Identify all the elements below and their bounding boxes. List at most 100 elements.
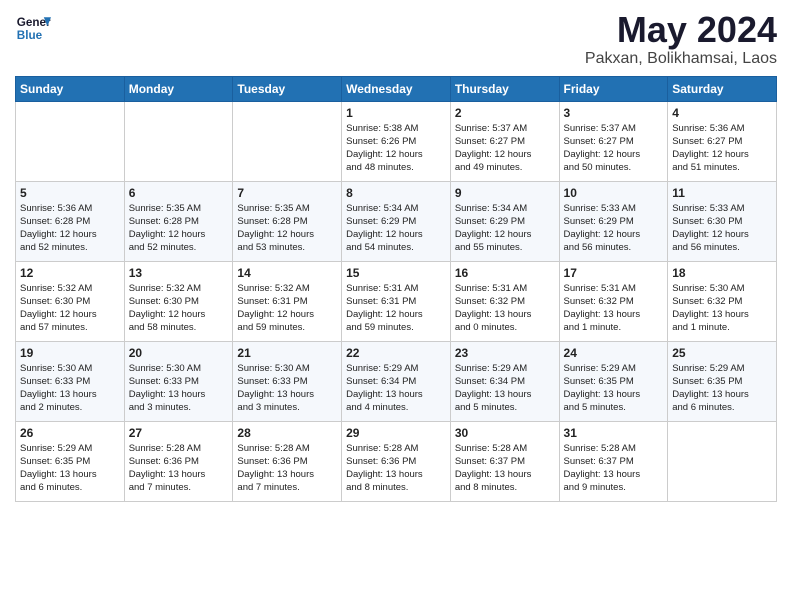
day-number: 15 [346, 266, 446, 280]
day-number: 1 [346, 106, 446, 120]
day-number: 2 [455, 106, 555, 120]
day-number: 30 [455, 426, 555, 440]
week-row-1: 1 Sunrise: 5:38 AM Sunset: 6:26 PM Daylig… [16, 101, 777, 181]
calendar-cell [124, 101, 233, 181]
day-info: Sunrise: 5:28 AM Sunset: 6:36 PM Dayligh… [129, 442, 229, 495]
calendar-cell: 21Sunrise: 5:30 AM Sunset: 6:33 PM Dayli… [233, 341, 342, 421]
day-number: 7 [237, 186, 337, 200]
day-number: 10 [564, 186, 664, 200]
day-info: Sunrise: 5:29 AM Sunset: 6:34 PM Dayligh… [346, 362, 446, 415]
day-number: 31 [564, 426, 664, 440]
day-number: 28 [237, 426, 337, 440]
calendar-cell: 4 Sunrise: 5:36 AM Sunset: 6:27 PM Daylig… [668, 101, 777, 181]
day-info: Sunrise: 5:38 AM Sunset: 6:26 PM Dayligh… [346, 122, 446, 175]
day-info: Sunrise: 5:30 AM Sunset: 6:32 PM Dayligh… [672, 282, 772, 335]
day-number: 13 [129, 266, 229, 280]
day-info: Sunrise: 5:29 AM Sunset: 6:34 PM Dayligh… [455, 362, 555, 415]
day-info: Sunrise: 5:35 AM Sunset: 6:28 PM Dayligh… [129, 202, 229, 255]
calendar-cell: 15 Sunrise: 5:31 AM Sunset: 6:31 PM Dayli… [342, 261, 451, 341]
calendar-cell: 5Sunrise: 5:36 AM Sunset: 6:28 PM Daylig… [16, 181, 125, 261]
day-number: 27 [129, 426, 229, 440]
day-info: Sunrise: 5:37 AM Sunset: 6:27 PM Dayligh… [455, 122, 555, 175]
header-cell-thursday: Thursday [450, 76, 559, 101]
calendar-cell: 30 Sunrise: 5:28 AM Sunset: 6:37 PM Dayli… [450, 421, 559, 501]
location-subtitle: Pakxan, Bolikhamsai, Laos [585, 50, 777, 68]
calendar-table: SundayMondayTuesdayWednesdayThursdayFrid… [15, 76, 777, 502]
day-info: Sunrise: 5:28 AM Sunset: 6:36 PM Dayligh… [346, 442, 446, 495]
calendar-cell: 8 Sunrise: 5:34 AM Sunset: 6:29 PM Daylig… [342, 181, 451, 261]
calendar-cell: 1 Sunrise: 5:38 AM Sunset: 6:26 PM Daylig… [342, 101, 451, 181]
day-number: 4 [672, 106, 772, 120]
day-number: 20 [129, 346, 229, 360]
day-info: Sunrise: 5:31 AM Sunset: 6:32 PM Dayligh… [564, 282, 664, 335]
day-number: 24 [564, 346, 664, 360]
day-info: Sunrise: 5:35 AM Sunset: 6:28 PM Dayligh… [237, 202, 337, 255]
header-cell-wednesday: Wednesday [342, 76, 451, 101]
calendar-cell [668, 421, 777, 501]
day-info: Sunrise: 5:31 AM Sunset: 6:32 PM Dayligh… [455, 282, 555, 335]
calendar-cell: 29 Sunrise: 5:28 AM Sunset: 6:36 PM Dayli… [342, 421, 451, 501]
svg-text:Blue: Blue [17, 29, 43, 42]
day-number: 9 [455, 186, 555, 200]
day-info: Sunrise: 5:34 AM Sunset: 6:29 PM Dayligh… [346, 202, 446, 255]
month-year-title: May 2024 [585, 10, 777, 50]
logo: General Blue [15, 10, 51, 46]
day-info: Sunrise: 5:29 AM Sunset: 6:35 PM Dayligh… [564, 362, 664, 415]
day-number: 21 [237, 346, 337, 360]
day-info: Sunrise: 5:31 AM Sunset: 6:31 PM Dayligh… [346, 282, 446, 335]
day-number: 16 [455, 266, 555, 280]
header-row: SundayMondayTuesdayWednesdayThursdayFrid… [16, 76, 777, 101]
calendar-cell: 14Sunrise: 5:32 AM Sunset: 6:31 PM Dayli… [233, 261, 342, 341]
day-info: Sunrise: 5:32 AM Sunset: 6:31 PM Dayligh… [237, 282, 337, 335]
day-number: 25 [672, 346, 772, 360]
calendar-cell: 2 Sunrise: 5:37 AM Sunset: 6:27 PM Daylig… [450, 101, 559, 181]
day-info: Sunrise: 5:29 AM Sunset: 6:35 PM Dayligh… [672, 362, 772, 415]
day-info: Sunrise: 5:36 AM Sunset: 6:27 PM Dayligh… [672, 122, 772, 175]
day-info: Sunrise: 5:28 AM Sunset: 6:37 PM Dayligh… [455, 442, 555, 495]
calendar-cell: 19 Sunrise: 5:30 AM Sunset: 6:33 PM Dayli… [16, 341, 125, 421]
calendar-cell: 17 Sunrise: 5:31 AM Sunset: 6:32 PM Dayli… [559, 261, 668, 341]
day-number: 8 [346, 186, 446, 200]
day-info: Sunrise: 5:29 AM Sunset: 6:35 PM Dayligh… [20, 442, 120, 495]
calendar-cell: 16 Sunrise: 5:31 AM Sunset: 6:32 PM Dayli… [450, 261, 559, 341]
page-header: General Blue May 2024 Pakxan, Bolikhamsa… [15, 10, 777, 68]
calendar-cell: 10 Sunrise: 5:33 AM Sunset: 6:29 PM Dayli… [559, 181, 668, 261]
day-number: 12 [20, 266, 120, 280]
day-info: Sunrise: 5:28 AM Sunset: 6:36 PM Dayligh… [237, 442, 337, 495]
calendar-cell: 23 Sunrise: 5:29 AM Sunset: 6:34 PM Dayli… [450, 341, 559, 421]
calendar-cell: 7 Sunrise: 5:35 AM Sunset: 6:28 PM Daylig… [233, 181, 342, 261]
day-info: Sunrise: 5:34 AM Sunset: 6:29 PM Dayligh… [455, 202, 555, 255]
calendar-cell: 22 Sunrise: 5:29 AM Sunset: 6:34 PM Dayli… [342, 341, 451, 421]
calendar-cell: 26 Sunrise: 5:29 AM Sunset: 6:35 PM Dayli… [16, 421, 125, 501]
day-info: Sunrise: 5:30 AM Sunset: 6:33 PM Dayligh… [20, 362, 120, 415]
day-number: 18 [672, 266, 772, 280]
calendar-header: SundayMondayTuesdayWednesdayThursdayFrid… [16, 76, 777, 101]
calendar-cell: 11Sunrise: 5:33 AM Sunset: 6:30 PM Dayli… [668, 181, 777, 261]
calendar-cell: 31 Sunrise: 5:28 AM Sunset: 6:37 PM Dayli… [559, 421, 668, 501]
day-number: 5 [20, 186, 120, 200]
day-number: 29 [346, 426, 446, 440]
header-cell-saturday: Saturday [668, 76, 777, 101]
day-number: 3 [564, 106, 664, 120]
calendar-cell [233, 101, 342, 181]
day-number: 23 [455, 346, 555, 360]
header-cell-monday: Monday [124, 76, 233, 101]
week-row-3: 12Sunrise: 5:32 AM Sunset: 6:30 PM Dayli… [16, 261, 777, 341]
day-number: 11 [672, 186, 772, 200]
day-info: Sunrise: 5:37 AM Sunset: 6:27 PM Dayligh… [564, 122, 664, 175]
day-number: 22 [346, 346, 446, 360]
day-number: 26 [20, 426, 120, 440]
week-row-4: 19 Sunrise: 5:30 AM Sunset: 6:33 PM Dayli… [16, 341, 777, 421]
calendar-cell: 13Sunrise: 5:32 AM Sunset: 6:30 PM Dayli… [124, 261, 233, 341]
day-number: 19 [20, 346, 120, 360]
day-info: Sunrise: 5:28 AM Sunset: 6:37 PM Dayligh… [564, 442, 664, 495]
day-info: Sunrise: 5:33 AM Sunset: 6:29 PM Dayligh… [564, 202, 664, 255]
day-number: 17 [564, 266, 664, 280]
calendar-cell: 18 Sunrise: 5:30 AM Sunset: 6:32 PM Dayli… [668, 261, 777, 341]
calendar-cell: 25 Sunrise: 5:29 AM Sunset: 6:35 PM Dayli… [668, 341, 777, 421]
calendar-cell: 3 Sunrise: 5:37 AM Sunset: 6:27 PM Daylig… [559, 101, 668, 181]
header-cell-tuesday: Tuesday [233, 76, 342, 101]
week-row-2: 5Sunrise: 5:36 AM Sunset: 6:28 PM Daylig… [16, 181, 777, 261]
calendar-cell [16, 101, 125, 181]
calendar-cell: 27 Sunrise: 5:28 AM Sunset: 6:36 PM Dayli… [124, 421, 233, 501]
